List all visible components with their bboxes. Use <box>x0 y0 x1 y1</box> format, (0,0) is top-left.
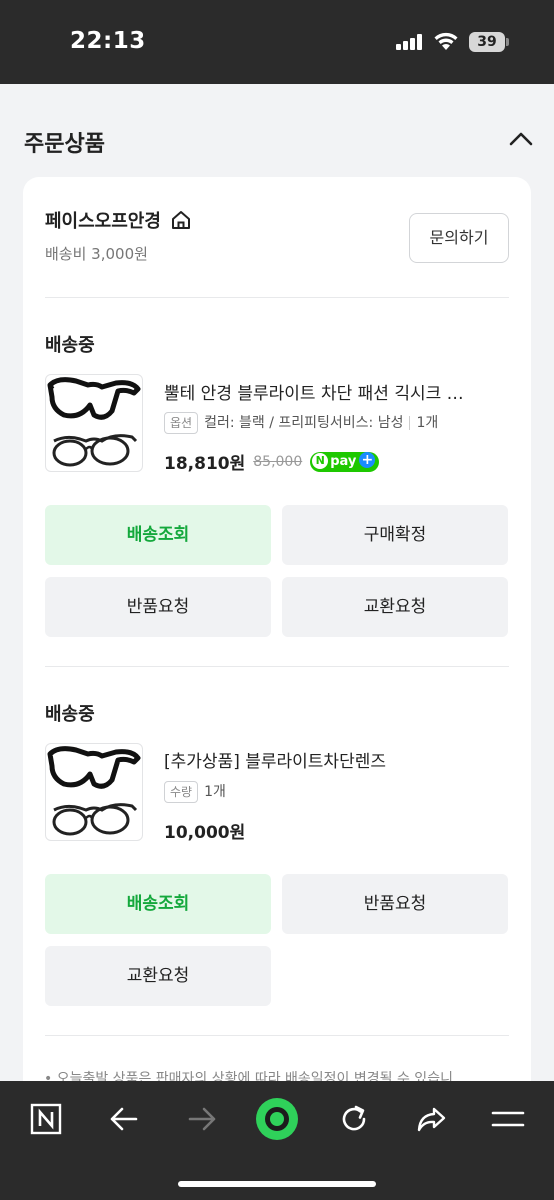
section-title: 주문상품 <box>24 132 105 157</box>
order-card: 페이스오프안경 배송비 3,000원 문의하기 배송중 뿔테 안경 블루라이트 … <box>23 177 531 1127</box>
glasses-image <box>47 377 141 467</box>
track-delivery-button[interactable]: 배송조회 <box>45 505 271 565</box>
quantity: 1개 <box>416 415 439 431</box>
npay-n-icon: N <box>312 452 329 469</box>
back-arrow-icon[interactable] <box>102 1101 146 1137</box>
product-options: 수량 1개 <box>164 781 226 803</box>
return-request-button[interactable]: 반품요청 <box>45 577 271 637</box>
divider <box>45 1035 509 1036</box>
plus-icon: + <box>359 451 376 468</box>
price-row: 18,810원 85,000 Npay + <box>164 449 380 474</box>
seller-row[interactable]: 페이스오프안경 <box>45 207 192 233</box>
forward-arrow-icon <box>188 1107 216 1131</box>
store-home-icon <box>172 211 191 229</box>
track-delivery-button[interactable]: 배송조회 <box>45 874 271 934</box>
product-options: 옵션 컬러: 블랙 / 프리피팅서비스: 남성 1개 <box>164 412 438 434</box>
inquiry-button[interactable]: 문의하기 <box>409 213 509 263</box>
shipping-fee: 배송비 3,000원 <box>45 245 148 263</box>
price: 18,810원 <box>164 454 246 474</box>
refresh-icon[interactable] <box>332 1101 376 1137</box>
naver-n-icon[interactable] <box>24 1101 68 1137</box>
option-text: 컬러: 블랙 / 프리피팅서비스: 남성 <box>204 415 404 431</box>
wifi-icon <box>434 32 458 50</box>
divider <box>45 666 509 667</box>
status-time: 22:13 <box>70 28 146 54</box>
product-thumbnail[interactable] <box>45 374 143 472</box>
price-row: 10,000원 <box>164 818 245 843</box>
glasses-image <box>47 746 141 836</box>
exchange-request-button[interactable]: 교환요청 <box>45 946 271 1006</box>
npay-plus-badge: Npay + <box>310 451 380 472</box>
order-status: 배송중 <box>45 335 95 356</box>
original-price: 85,000 <box>253 453 303 470</box>
quantity: 1개 <box>204 784 226 800</box>
option-tag: 옵션 <box>164 412 199 434</box>
order-items-header[interactable]: 주문상품 <box>0 84 554 178</box>
battery-tip <box>506 38 509 46</box>
quantity-tag: 수량 <box>164 781 199 803</box>
product-thumbnail[interactable] <box>45 743 143 841</box>
green-dot-icon[interactable] <box>253 1095 301 1143</box>
share-icon[interactable] <box>410 1101 454 1137</box>
order-status: 배송중 <box>45 704 95 725</box>
return-request-button[interactable]: 반품요청 <box>282 874 508 934</box>
npay-label: pay <box>330 453 357 469</box>
seller-name[interactable]: 페이스오프안경 <box>45 207 161 233</box>
chevron-up-icon[interactable] <box>508 130 534 146</box>
home-indicator <box>178 1181 376 1187</box>
product-name[interactable]: 뿔테 안경 블루라이트 차단 패션 긱시크 … <box>164 379 464 404</box>
cellular-signal-icon <box>396 34 422 50</box>
product-name[interactable]: [추가상품] 블루라이트차단렌즈 <box>164 747 386 772</box>
exchange-request-button[interactable]: 교환요청 <box>282 577 508 637</box>
confirm-purchase-button[interactable]: 구매확정 <box>282 505 508 565</box>
battery-level: 39 <box>469 32 505 52</box>
separator <box>409 416 411 430</box>
menu-icon[interactable] <box>486 1101 530 1137</box>
status-bar: 22:13 39 <box>0 0 554 84</box>
price: 10,000원 <box>164 823 246 843</box>
divider <box>45 297 509 298</box>
